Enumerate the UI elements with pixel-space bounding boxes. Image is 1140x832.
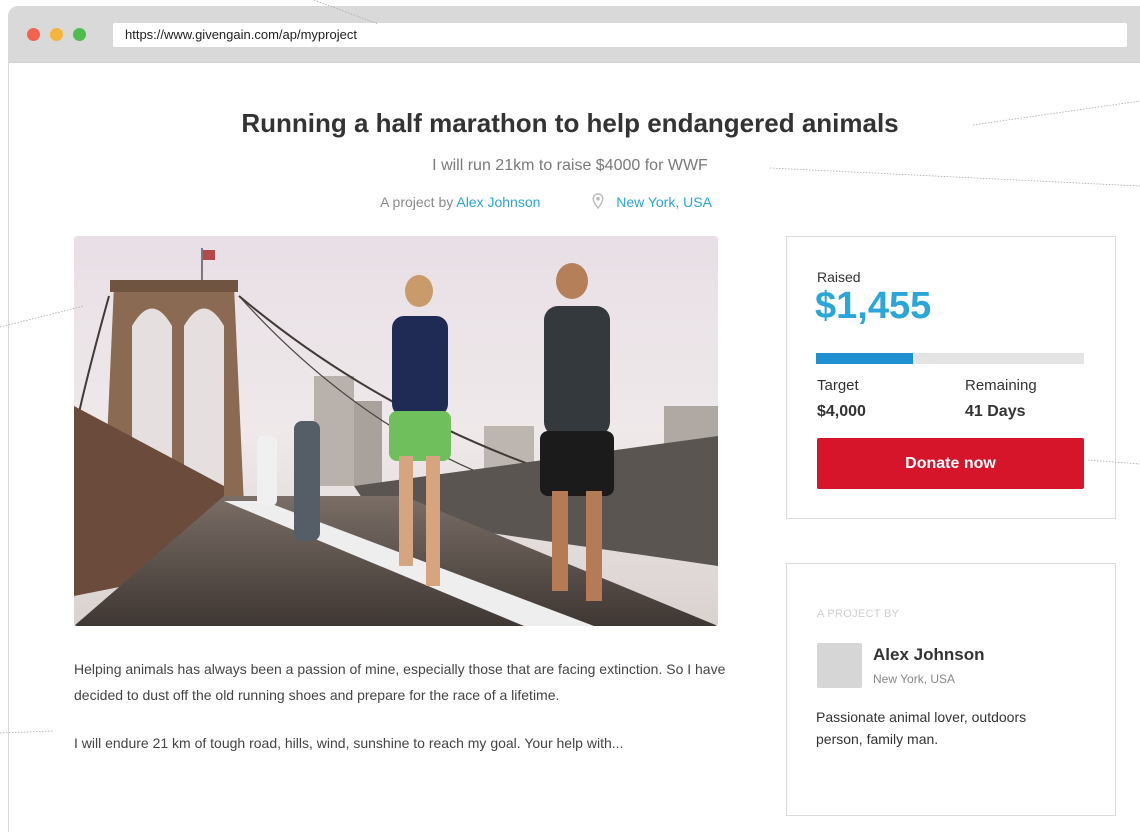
maximize-window-button[interactable] [73,28,86,41]
progress-bar [816,353,1084,364]
donate-now-button[interactable]: Donate now [817,438,1084,489]
close-window-button[interactable] [27,28,40,41]
description-paragraph: Helping animals has always been a passio… [74,661,726,703]
target-value: $4,000 [817,403,866,420]
remaining-value: 41 Days [965,403,1026,420]
byline-prefix: A project by [380,194,454,210]
remaining-label: Remaining [965,377,1037,394]
raised-amount: $1,455 [815,285,932,327]
author-bio: Passionate animal lover, outdoors person… [816,709,1027,747]
project-description: Helping animals has always been a passio… [74,656,734,756]
hero-photo [74,236,718,626]
page-title: Running a half marathon to help endanger… [241,108,899,138]
target-label: Target [817,377,859,394]
project-byline: A project by Alex Johnson New York, USA [0,193,1092,212]
address-bar[interactable]: https://www.givengain.com/ap/myproject [113,23,1127,47]
donation-card: Raised $1,455 Target $4,000 Remaining 41… [786,236,1116,519]
author-link[interactable]: Alex Johnson [456,194,540,210]
browser-chrome: https://www.givengain.com/ap/myproject [9,7,1140,63]
location-link[interactable]: New York, USA [616,194,712,210]
minimize-window-button[interactable] [50,28,63,41]
author-name[interactable]: Alex Johnson [873,645,984,665]
page-subtitle: I will run 21km to raise $4000 for WWF [432,157,708,174]
raised-label: Raised [817,269,861,285]
avatar[interactable] [817,643,862,688]
author-card: A PROJECT BY Alex Johnson New York, USA … [786,563,1116,816]
author-card-heading: A PROJECT BY [817,608,900,620]
progress-fill [816,353,914,364]
description-paragraph: I will endure 21 km of tough road, hills… [74,735,624,751]
location-pin-icon [592,193,604,212]
author-location: New York, USA [873,672,956,686]
